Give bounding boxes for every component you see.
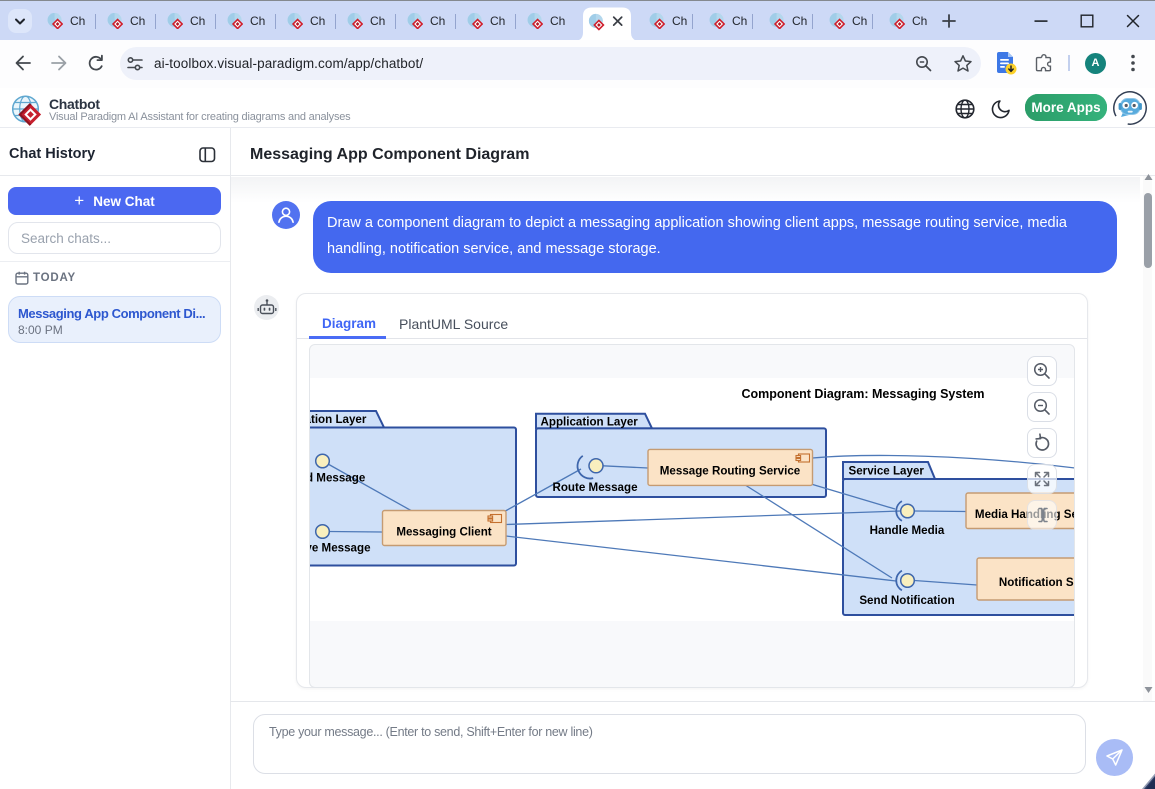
- svg-text:Messaging Client: Messaging Client: [396, 526, 491, 539]
- svg-text:Route Message: Route Message: [552, 481, 638, 494]
- svg-text:Send Notification: Send Notification: [859, 594, 954, 607]
- svg-text:Service Layer: Service Layer: [849, 465, 925, 478]
- svg-text:Message Routing Service: Message Routing Service: [660, 465, 801, 478]
- svg-text:Notification Service: Notification Service: [999, 576, 1075, 589]
- svg-text:Media Handling Service: Media Handling Service: [975, 508, 1075, 521]
- svg-text:Handle Media: Handle Media: [870, 524, 945, 537]
- svg-text:Application Layer: Application Layer: [541, 416, 639, 429]
- svg-text:Component Diagram: Messaging S: Component Diagram: Messaging System: [741, 387, 984, 401]
- svg-text:Presentation Layer: Presentation Layer: [309, 413, 367, 426]
- svg-text:Send Message: Send Message: [309, 472, 366, 485]
- svg-text:Receive Message: Receive Message: [309, 542, 371, 555]
